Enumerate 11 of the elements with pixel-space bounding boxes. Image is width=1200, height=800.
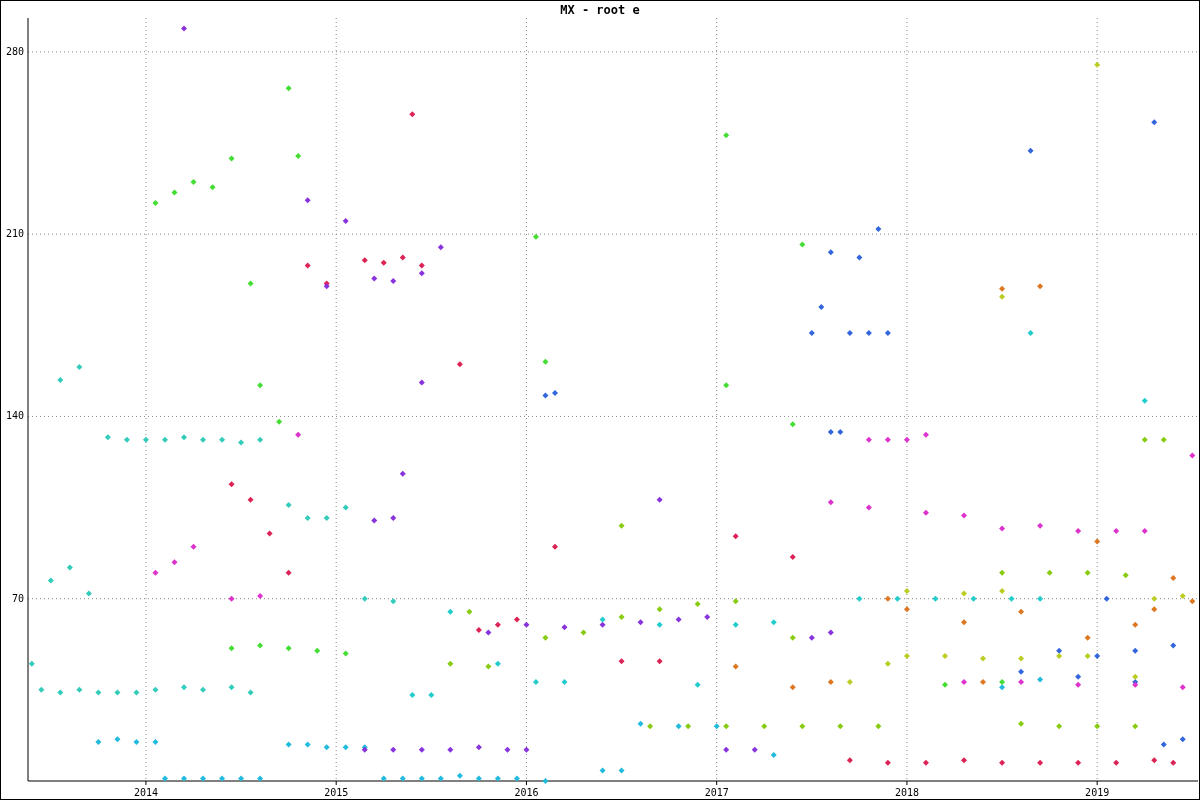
x-axis-label: 2014 <box>133 787 158 798</box>
y-axis-label: 140 <box>5 410 24 422</box>
x-axis-label: 2018 <box>894 787 919 798</box>
y-axis-label: 70 <box>11 592 24 604</box>
chart-title: MX - root e <box>560 3 640 17</box>
x-axis-label: 2016 <box>514 787 539 798</box>
y-axis-label: 210 <box>5 228 24 240</box>
x-axis-label: 2019 <box>1085 787 1110 798</box>
x-axis-label: 2015 <box>324 787 349 798</box>
x-axis-label: 2017 <box>704 787 729 798</box>
y-axis-label: 280 <box>5 45 24 57</box>
